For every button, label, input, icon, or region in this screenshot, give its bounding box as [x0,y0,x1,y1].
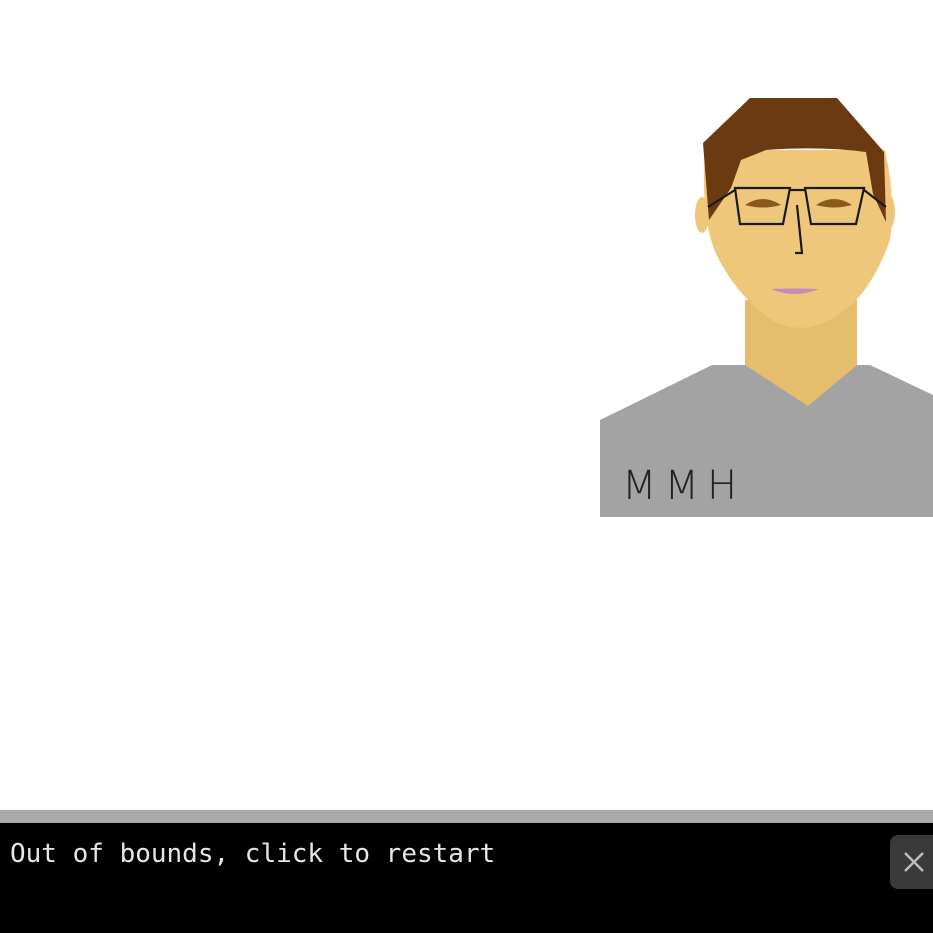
console-message[interactable]: Out of bounds, click to restart [10,837,495,871]
console-close-button[interactable] [890,835,933,889]
game-canvas[interactable]: MMH [0,0,933,810]
avatar-left-ear [695,197,709,233]
avatar-figure: MMH [600,98,933,517]
console-divider [0,810,933,823]
close-icon [904,852,924,872]
console-panel: Out of bounds, click to restart [0,823,933,933]
shirt-label: MMH [622,463,745,509]
